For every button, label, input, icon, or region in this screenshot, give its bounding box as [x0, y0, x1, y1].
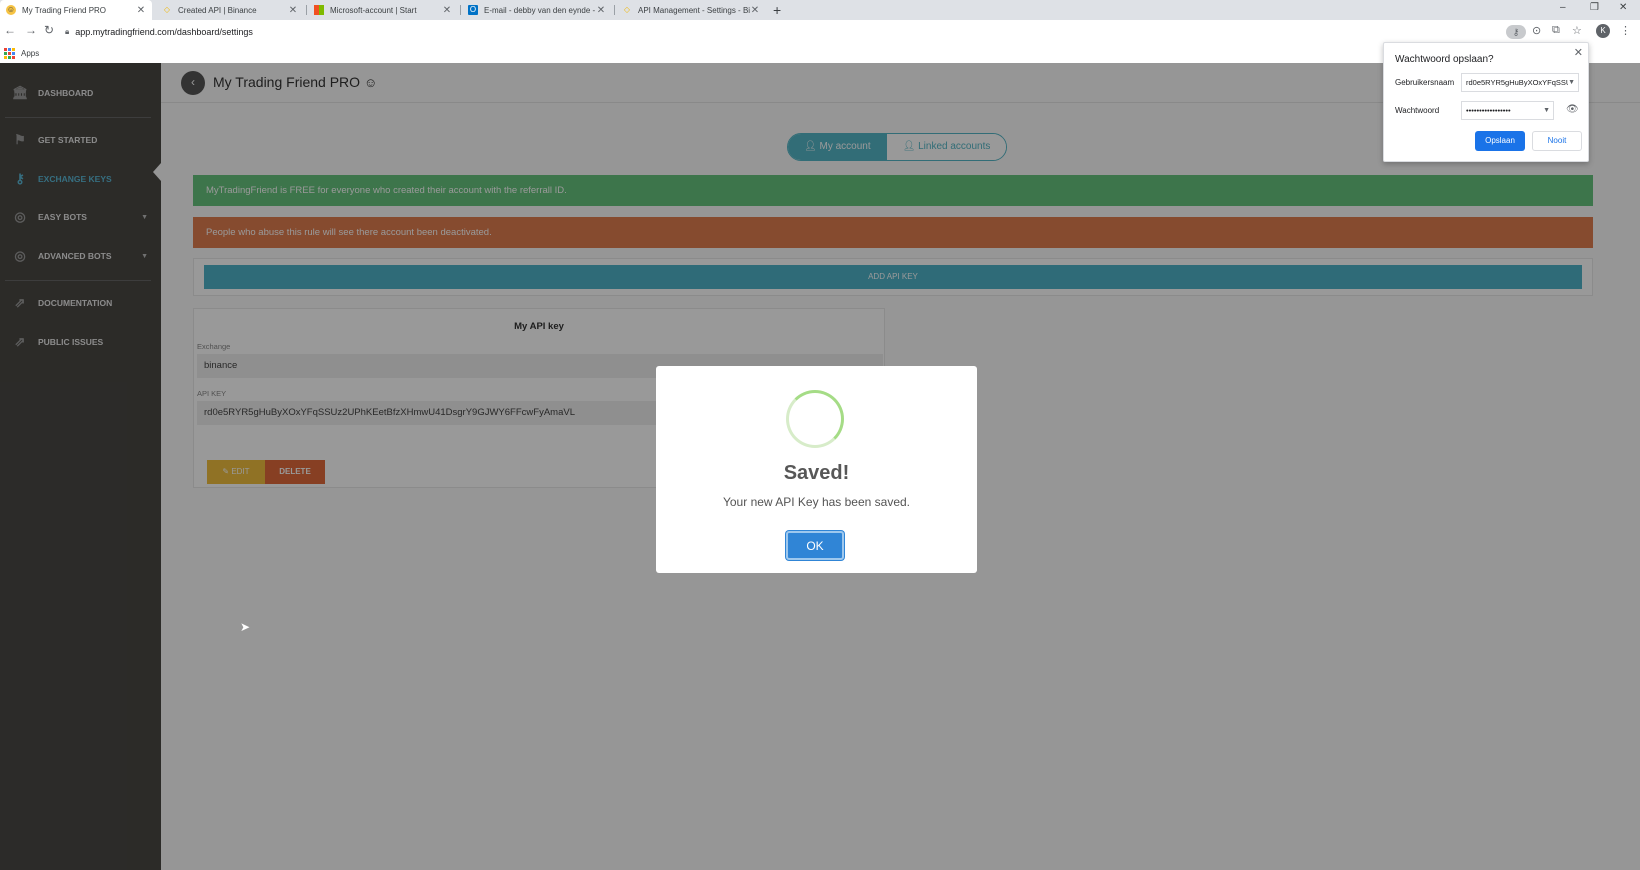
close-tab-icon[interactable]: ✕: [136, 5, 146, 16]
microsoft-icon: [314, 5, 324, 15]
password-label: Wachtwoord: [1395, 106, 1440, 115]
star-icon[interactable]: ☆: [1572, 24, 1582, 37]
bubble-title: Wachtwoord opslaan?: [1395, 54, 1494, 65]
translate-icon[interactable]: ⧉: [1552, 24, 1560, 37]
close-tab-icon[interactable]: ✕: [750, 5, 760, 16]
password-select[interactable]: ••••••••••••••••• ▼: [1461, 101, 1554, 120]
outlook-icon: O: [468, 5, 478, 15]
reload-icon[interactable]: ↻: [44, 23, 54, 37]
back-arrow-icon[interactable]: ←: [4, 23, 16, 37]
web-page: 🏛︎ DASHBOARD ⚑ GET STARTED ⚷ EXCHANGE KE…: [0, 63, 1640, 870]
close-tab-icon[interactable]: ✕: [596, 5, 606, 16]
tab-email-outlook[interactable]: O E-mail - debby van den eynde - ( ✕: [462, 0, 612, 20]
extension-icon[interactable]: ⊙: [1532, 24, 1541, 37]
close-tab-icon[interactable]: ✕: [288, 5, 298, 16]
menu-dots-icon[interactable]: ⋮: [1620, 24, 1631, 37]
profile-avatar[interactable]: K: [1596, 24, 1610, 38]
binance-icon: ◇: [623, 5, 631, 14]
new-tab-icon[interactable]: +: [773, 2, 781, 18]
chevron-down-icon: ▼: [1543, 102, 1550, 119]
browser-toolbar: ← → ↻ 🔒︎ app.mytradingfriend.com/dashboa…: [0, 20, 1640, 43]
url-text: app.mytradingfriend.com/dashboard/settin…: [75, 26, 253, 37]
dialog-title: Saved!: [783, 462, 850, 484]
tab-created-api-binance[interactable]: ◇ Created API | Binance ✕: [156, 0, 304, 20]
username-label: Gebruikersnaam: [1395, 78, 1455, 87]
tab-my-trading-friend[interactable]: ☺ My Trading Friend PRO ✕: [0, 0, 152, 20]
tab-microsoft-account[interactable]: Microsoft-account | Start ✕: [308, 0, 458, 20]
ok-button[interactable]: OK: [786, 531, 844, 560]
chevron-down-icon: ▼: [1568, 74, 1575, 91]
apps-bookmark[interactable]: Apps: [21, 49, 39, 58]
save-password-button[interactable]: Opslaan: [1475, 131, 1525, 151]
saved-dialog: Saved! Your new API Key has been saved. …: [656, 366, 977, 573]
success-spinner-icon: [786, 390, 844, 448]
tab-api-management[interactable]: ◇ API Management - Settings - Bin ✕: [616, 0, 766, 20]
tab-title: API Management - Settings - Bin: [638, 5, 750, 15]
forward-arrow-icon[interactable]: →: [25, 23, 37, 37]
never-button[interactable]: Nooit: [1532, 131, 1582, 151]
tab-title: Microsoft-account | Start: [330, 5, 417, 15]
tab-title: My Trading Friend PRO: [22, 5, 107, 15]
key-icon[interactable]: ⚷: [1506, 25, 1526, 39]
restore-icon[interactable]: ❐: [1590, 2, 1599, 13]
close-window-icon[interactable]: ✕: [1619, 2, 1627, 13]
username-select[interactable]: rd0e5RYR5gHuByXOxYFqSSU ▼: [1461, 73, 1579, 92]
lock-icon: 🔒︎: [65, 26, 70, 36]
smiley-icon: ☺: [6, 5, 16, 15]
binance-icon: ◇: [163, 5, 171, 14]
close-tab-icon[interactable]: ✕: [442, 5, 452, 16]
apps-grid-icon[interactable]: [4, 47, 15, 59]
eye-icon[interactable]: 👁︎: [1566, 104, 1579, 115]
close-icon[interactable]: ✕: [1574, 46, 1583, 59]
minimize-icon[interactable]: –: [1560, 2, 1566, 13]
save-password-bubble: Wachtwoord opslaan? ✕ Gebruikersnaam rd0…: [1383, 42, 1589, 162]
browser-tab-strip: ☺ My Trading Friend PRO ✕ ◇ Created API …: [0, 0, 1640, 20]
tab-title: E-mail - debby van den eynde - (: [484, 5, 596, 15]
tab-title: Created API | Binance: [178, 5, 257, 15]
mouse-cursor-icon: ➤: [240, 620, 251, 634]
dialog-message: Your new API Key has been saved.: [722, 495, 911, 509]
address-bar[interactable]: 🔒︎ app.mytradingfriend.com/dashboard/set…: [65, 22, 1525, 41]
